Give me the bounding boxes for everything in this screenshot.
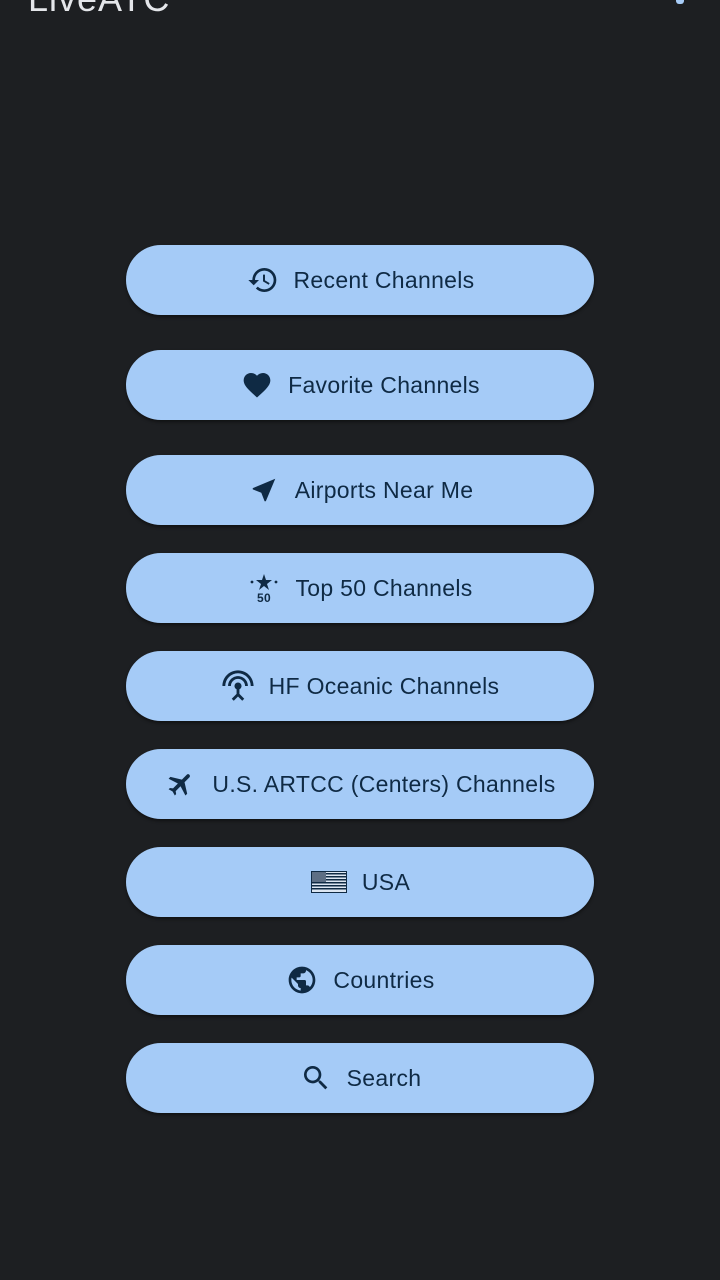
radio-tower-icon (221, 669, 255, 703)
globe-icon (285, 963, 319, 997)
recent-channels-label: Recent Channels (293, 266, 475, 293)
top-50-channels-label: Top 50 Channels (295, 574, 473, 601)
airplane-icon (164, 767, 198, 801)
us-artcc-channels-button[interactable]: U.S. ARTCC (Centers) Channels (126, 749, 594, 819)
heart-icon (240, 368, 274, 402)
hf-oceanic-channels-label: HF Oceanic Channels (268, 672, 500, 699)
airports-near-me-button[interactable]: Airports Near Me (126, 455, 594, 525)
favorite-channels-button[interactable]: Favorite Channels (126, 350, 594, 420)
usa-label: USA (361, 868, 411, 895)
svg-text:50: 50 (257, 591, 271, 604)
favorite-channels-label: Favorite Channels (288, 371, 480, 398)
top-50-channels-button[interactable]: 50 Top 50 Channels (126, 553, 594, 623)
us-flag-icon (310, 865, 348, 899)
app-title: LiveATC (28, 0, 170, 20)
navigation-arrow-icon (247, 473, 281, 507)
search-label: Search (346, 1064, 422, 1091)
us-artcc-channels-label: U.S. ARTCC (Centers) Channels (212, 770, 556, 797)
history-icon (246, 263, 280, 297)
home-screen: LiveATC Recent Channels Favorite Channel… (0, 0, 720, 1280)
search-icon (299, 1061, 333, 1095)
top-50-star-icon: 50 (247, 571, 281, 605)
countries-label: Countries (333, 966, 435, 993)
countries-button[interactable]: Countries (126, 945, 594, 1015)
hf-oceanic-channels-button[interactable]: HF Oceanic Channels (126, 651, 594, 721)
search-button[interactable]: Search (126, 1043, 594, 1113)
recent-channels-button[interactable]: Recent Channels (126, 245, 594, 315)
overflow-menu-icon[interactable] (676, 0, 684, 4)
airports-near-me-label: Airports Near Me (294, 476, 474, 503)
usa-button[interactable]: USA (126, 847, 594, 917)
